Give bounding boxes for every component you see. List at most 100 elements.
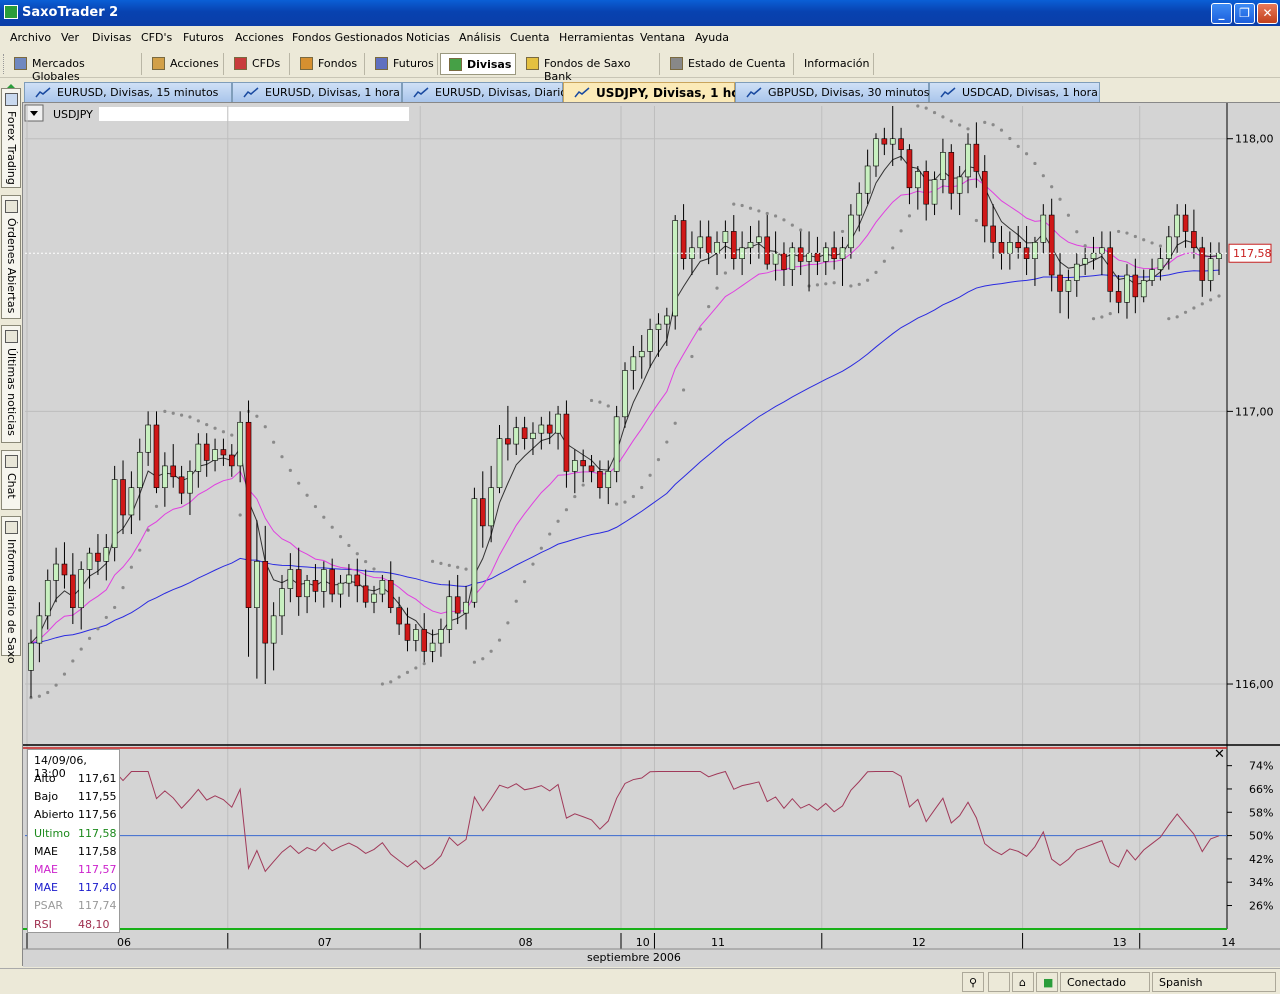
menu-acciones[interactable]: Acciones	[235, 31, 284, 44]
candle-body[interactable]	[28, 642, 34, 671]
candle-body[interactable]	[346, 574, 352, 584]
candle-body[interactable]	[546, 424, 553, 434]
chart-tab-4[interactable]: GBPUSD, Divisas, 30 minutos	[735, 82, 929, 102]
candle-body[interactable]	[647, 329, 653, 352]
candle-body[interactable]	[1207, 258, 1214, 281]
candle-body[interactable]	[638, 351, 645, 358]
candle-body[interactable]	[170, 465, 177, 478]
candle-body[interactable]	[36, 615, 43, 644]
candle-body[interactable]	[597, 471, 603, 489]
candle-body[interactable]	[245, 421, 252, 608]
candle-body[interactable]	[496, 438, 503, 489]
toolbar-fondos-de-saxo-bank[interactable]: Fondos de Saxo Bank	[518, 53, 660, 83]
candle-body[interactable]	[488, 487, 494, 527]
maximize-button[interactable]: ❐	[1234, 3, 1255, 24]
candle-body[interactable]	[530, 432, 536, 439]
menu-cfds[interactable]: CFD's	[141, 31, 172, 44]
candle-body[interactable]	[864, 165, 871, 194]
candle-body[interactable]	[111, 479, 118, 548]
candle-body[interactable]	[998, 242, 1005, 254]
candle-body[interactable]	[747, 242, 754, 249]
candle-body[interactable]	[237, 421, 243, 467]
candle-body[interactable]	[722, 231, 729, 243]
candle-body[interactable]	[990, 225, 996, 243]
candle-body[interactable]	[756, 236, 762, 243]
candle-body[interactable]	[1174, 214, 1180, 238]
candle-body[interactable]	[1090, 252, 1097, 259]
candle-body[interactable]	[162, 465, 168, 489]
close-panel-icon[interactable]: ✕	[1214, 747, 1225, 762]
candle-body[interactable]	[454, 596, 461, 614]
candle-body[interactable]	[1191, 231, 1197, 249]
candle-body[interactable]	[730, 231, 737, 259]
menu-archivo[interactable]: Archivo	[10, 31, 51, 44]
candle-body[interactable]	[337, 582, 344, 595]
toolbar-divisas[interactable]: Divisas	[440, 53, 516, 75]
candle-body[interactable]	[1124, 274, 1130, 303]
candle-body[interactable]	[78, 569, 84, 608]
candle-body[interactable]	[279, 588, 285, 617]
candle-body[interactable]	[178, 476, 185, 494]
candle-body[interactable]	[70, 574, 76, 608]
candle-body[interactable]	[1166, 236, 1172, 259]
candle-body[interactable]	[781, 252, 787, 270]
candle-body[interactable]	[61, 563, 68, 576]
candle-body[interactable]	[379, 580, 386, 595]
candle-body[interactable]	[513, 427, 520, 445]
network-icon[interactable]: ⌂	[1012, 972, 1034, 992]
candle-body[interactable]	[1015, 242, 1022, 249]
candle-body[interactable]	[295, 569, 302, 598]
candle-body[interactable]	[270, 615, 277, 644]
candle-body[interactable]	[772, 252, 779, 265]
toolbar-futuros[interactable]: Futuros	[367, 53, 438, 75]
chart-tab-1[interactable]: EURUSD, Divisas, 1 hora	[232, 82, 402, 102]
menu-análisis[interactable]: Análisis	[459, 31, 501, 44]
chart-title-field[interactable]	[99, 107, 409, 121]
candle-body[interactable]	[446, 596, 453, 630]
candle-body[interactable]	[187, 471, 193, 494]
candle-body[interactable]	[505, 438, 511, 445]
candle-body[interactable]	[1199, 247, 1206, 281]
candle-body[interactable]	[873, 138, 879, 167]
candle-body[interactable]	[714, 242, 720, 254]
candle-body[interactable]	[931, 179, 938, 205]
candle-body[interactable]	[697, 236, 704, 249]
candle-body[interactable]	[856, 192, 863, 216]
candle-body[interactable]	[1057, 274, 1063, 292]
candle-body[interactable]	[95, 552, 101, 562]
candle-body[interactable]	[965, 143, 971, 178]
candle-body[interactable]	[321, 569, 327, 592]
candle-body[interactable]	[948, 152, 955, 194]
candle-body[interactable]	[120, 479, 126, 516]
candle-body[interactable]	[898, 138, 904, 150]
side-tab-4[interactable]: Informe diario de Saxo	[1, 516, 21, 664]
candle-body[interactable]	[413, 629, 419, 641]
chart-tab-3[interactable]: USDJPY, Divisas, 1 hora	[563, 82, 754, 102]
candle-body[interactable]	[53, 563, 59, 581]
candle-body[interactable]	[228, 454, 235, 467]
candle-body[interactable]	[588, 465, 595, 472]
candle-body[interactable]	[906, 149, 913, 189]
close-button[interactable]: ✕	[1257, 3, 1278, 24]
candle-body[interactable]	[956, 176, 963, 194]
candle-body[interactable]	[304, 580, 310, 598]
candle-body[interactable]	[814, 252, 821, 262]
candle-body[interactable]	[1007, 242, 1013, 254]
candle-body[interactable]	[362, 585, 369, 603]
candle-body[interactable]	[1107, 247, 1114, 292]
candle-body[interactable]	[981, 171, 988, 227]
menu-divisas[interactable]: Divisas	[92, 31, 131, 44]
candle-body[interactable]	[438, 629, 444, 644]
candle-body[interactable]	[44, 580, 51, 617]
candle-body[interactable]	[1040, 214, 1047, 243]
toolbar-fondos[interactable]: Fondos	[292, 53, 365, 75]
candle-body[interactable]	[103, 547, 110, 562]
candle-body[interactable]	[881, 138, 888, 145]
toolbar-cfds[interactable]: CFDs	[226, 53, 290, 75]
candle-body[interactable]	[396, 607, 402, 625]
candle-body[interactable]	[672, 220, 678, 317]
menu-cuenta[interactable]: Cuenta	[510, 31, 549, 44]
candle-body[interactable]	[479, 498, 486, 527]
candle-body[interactable]	[521, 427, 528, 439]
candle-body[interactable]	[789, 247, 796, 270]
